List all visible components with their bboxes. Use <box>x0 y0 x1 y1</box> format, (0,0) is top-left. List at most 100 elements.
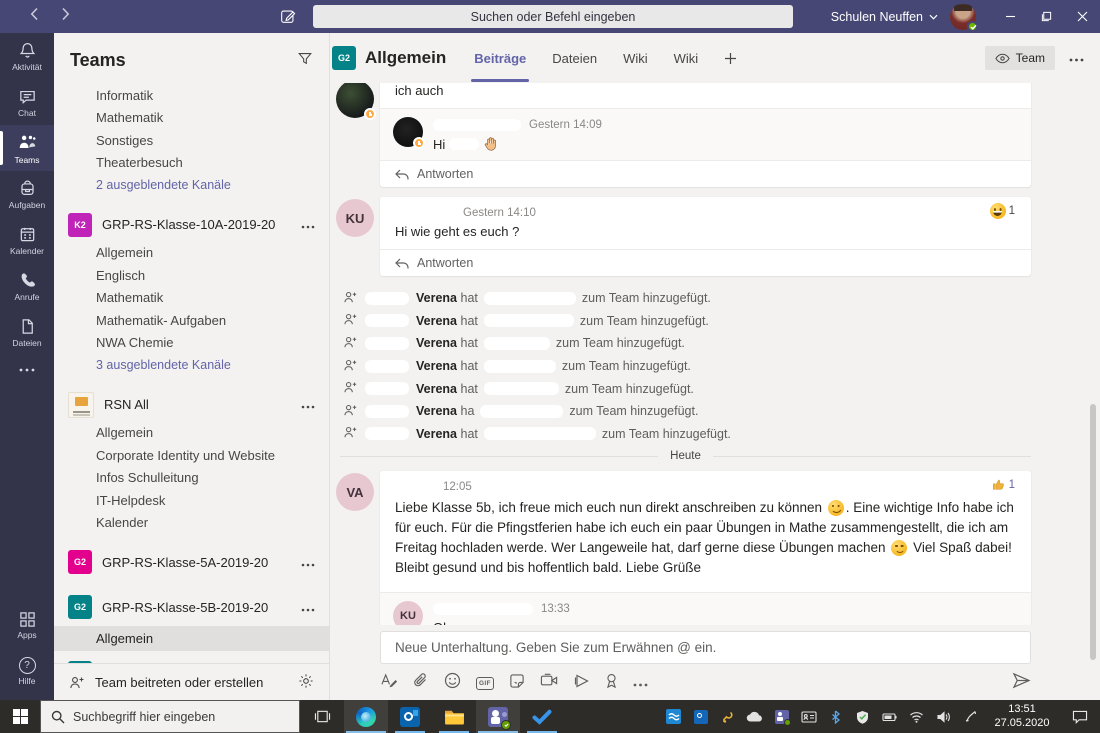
taskbar-app-explorer[interactable] <box>432 700 476 733</box>
sidebar-channel[interactable]: Theaterbesuch <box>54 152 329 175</box>
task-view-button[interactable] <box>300 700 344 733</box>
reaction-badge[interactable]: 1 <box>990 203 1015 219</box>
attach-icon[interactable] <box>413 672 429 694</box>
sidebar-channel[interactable]: NWA Chemie <box>54 332 329 355</box>
sidebar-channel[interactable]: Mathematik <box>54 287 329 310</box>
tray-bluetooth-icon[interactable] <box>822 710 849 724</box>
sidebar-channel[interactable]: Infos Schulleitung <box>54 467 329 490</box>
sidebar-team[interactable]: RSN All <box>54 388 329 422</box>
hidden-channels-link[interactable]: 2 ausgeblendete Kanäle <box>54 174 329 197</box>
team-more-icon[interactable] <box>301 600 315 615</box>
emoji-icon[interactable] <box>444 672 461 694</box>
avatar[interactable]: VA <box>336 473 374 511</box>
taskbar-app-edge[interactable] <box>344 700 388 733</box>
reply-button[interactable]: Antworten <box>380 249 1031 276</box>
format-icon[interactable] <box>380 673 398 694</box>
sidebar-team[interactable]: G2 GRP-RS-Klasse-5B-2019-20 <box>54 590 329 624</box>
rail-item-calendar[interactable]: Kalender <box>0 217 54 263</box>
new-chat-icon[interactable] <box>279 7 297 30</box>
new-message-input[interactable] <box>380 631 1031 664</box>
rail-item-assignments[interactable]: Aufgaben <box>0 171 54 217</box>
tray-teams-icon[interactable] <box>768 710 795 724</box>
message-list[interactable]: ich auch Gestern 14:09 <box>330 83 1100 625</box>
rail-item-apps[interactable]: Apps <box>0 602 54 648</box>
account-menu[interactable]: Schulen Neuffen <box>831 10 938 24</box>
tab-wiki-2[interactable]: Wiki <box>674 33 699 83</box>
sidebar-channel[interactable]: Englisch <box>54 264 329 287</box>
tray-volume-icon[interactable] <box>930 711 957 723</box>
join-create-team[interactable]: Team beitreten oder erstellen <box>54 663 329 700</box>
taskbar-search-input[interactable] <box>73 710 273 724</box>
team-more-icon[interactable] <box>301 217 315 232</box>
send-button[interactable] <box>1012 672 1031 694</box>
rail-item-activity[interactable]: Aktivität <box>0 33 54 79</box>
reply-button[interactable]: Antworten <box>380 160 1031 187</box>
tray-pen-icon[interactable] <box>957 710 984 723</box>
sidebar-channel[interactable]: Corporate Identity und Website <box>54 444 329 467</box>
maximize-button[interactable] <box>1028 0 1064 33</box>
hidden-channels-link[interactable]: 3 ausgeblendete Kanäle <box>54 354 329 377</box>
rail-item-chat[interactable]: Chat <box>0 79 54 125</box>
sidebar-team[interactable]: G2 GRP-RS-Klasse-5C-2019-20 <box>54 656 329 663</box>
sidebar-channel[interactable]: IT-Helpdesk <box>54 489 329 512</box>
compose-more-icon[interactable] <box>633 674 648 692</box>
sidebar-channel[interactable]: Kalender <box>54 512 329 535</box>
tab-dateien[interactable]: Dateien <box>552 33 597 83</box>
tab-wiki-1[interactable]: Wiki <box>623 33 648 83</box>
tray-wifi-icon[interactable] <box>903 711 930 723</box>
praise-icon[interactable] <box>605 673 618 694</box>
sticker-icon[interactable] <box>509 673 525 694</box>
sidebar-channel-selected[interactable]: Allgemein <box>54 626 329 651</box>
meet-now-icon[interactable] <box>540 673 559 693</box>
rail-more-icon[interactable] <box>0 355 54 385</box>
sidebar-channel[interactable]: Informatik <box>54 84 329 107</box>
tab-beitraege[interactable]: Beiträge <box>474 33 526 83</box>
minimize-button[interactable] <box>992 0 1028 33</box>
taskbar-app-teams[interactable] <box>476 700 520 733</box>
reaction-badge[interactable]: 1 <box>991 477 1015 492</box>
sidebar-team[interactable]: G2 GRP-RS-Klasse-5A-2019-20 <box>54 545 329 579</box>
filter-icon[interactable] <box>297 50 313 71</box>
tray-pin-icon[interactable] <box>714 710 741 724</box>
settings-gear-icon[interactable] <box>298 673 314 692</box>
team-more-icon[interactable] <box>301 397 315 412</box>
close-button[interactable] <box>1064 0 1100 33</box>
scrollbar[interactable] <box>1090 404 1096 660</box>
tray-battery-icon[interactable] <box>876 712 903 722</box>
add-tab-icon[interactable] <box>724 33 737 83</box>
sidebar-channel[interactable]: Mathematik <box>54 107 329 130</box>
back-icon[interactable] <box>30 7 39 26</box>
taskbar-app-outlook[interactable] <box>388 700 432 733</box>
stream-icon[interactable] <box>574 673 590 694</box>
tray-onedrive-icon[interactable] <box>741 711 768 722</box>
rail-item-files[interactable]: Dateien <box>0 309 54 355</box>
avatar[interactable] <box>950 4 976 30</box>
rail-item-teams[interactable]: Teams <box>0 125 54 171</box>
avatar[interactable]: KU <box>393 601 423 625</box>
tray-defender-icon[interactable] <box>849 710 876 724</box>
sidebar-channel[interactable]: Allgemein <box>54 422 329 445</box>
taskbar-search[interactable] <box>40 700 300 733</box>
command-search-input[interactable] <box>313 5 793 28</box>
tray-id-card-icon[interactable] <box>795 711 822 723</box>
sidebar-channel[interactable]: Sonstiges <box>54 129 329 152</box>
gif-icon[interactable]: GIF <box>476 677 494 690</box>
team-privacy-button[interactable]: Team <box>985 46 1055 70</box>
action-center-button[interactable] <box>1060 710 1100 724</box>
sidebar-team[interactable]: K2 GRP-RS-Klasse-10A-2019-20 <box>54 208 329 242</box>
forward-icon[interactable] <box>61 7 70 26</box>
taskbar-clock[interactable]: 13:51 27.05.2020 <box>984 703 1060 731</box>
rail-item-help[interactable]: ? Hilfe <box>0 648 54 694</box>
sidebar-channel[interactable]: Mathematik- Aufgaben <box>54 309 329 332</box>
channel-more-icon[interactable] <box>1069 49 1084 67</box>
team-more-icon[interactable] <box>301 555 315 570</box>
avatar[interactable] <box>336 83 374 118</box>
taskbar-app-todo[interactable] <box>520 700 564 733</box>
sidebar-channel[interactable]: Allgemein <box>54 242 329 265</box>
avatar[interactable]: KU <box>336 199 374 237</box>
avatar[interactable] <box>393 117 423 147</box>
start-button[interactable] <box>0 700 40 733</box>
tray-waves-app-icon[interactable] <box>660 709 687 724</box>
tray-outlook-icon[interactable] <box>687 710 714 724</box>
rail-item-calls[interactable]: Anrufe <box>0 263 54 309</box>
